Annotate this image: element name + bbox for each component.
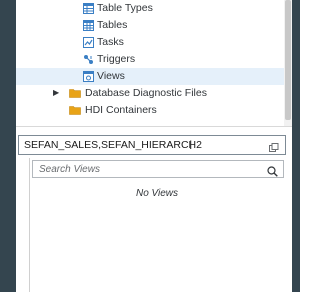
text-cursor-icon: I xyxy=(189,138,193,152)
pane-splitter[interactable] xyxy=(16,126,292,134)
triggers-icon xyxy=(83,54,94,65)
views-list-panel: Search Views No Views xyxy=(29,158,286,292)
catalog-filter-input[interactable]: SEFAN_SALES,SEFAN_HIERARCH2 I xyxy=(18,135,286,155)
copy-icon[interactable] xyxy=(269,140,279,152)
app-window: Table Types Tables Tasks Triggers Views … xyxy=(0,0,300,292)
search-placeholder: Search Views xyxy=(39,164,100,175)
empty-state-text: No Views xyxy=(135,188,179,199)
tree-item-tables[interactable]: Tables xyxy=(16,17,284,34)
left-sidebar xyxy=(0,0,16,292)
tree-scrollbar[interactable] xyxy=(284,0,292,126)
catalog-tree: Table Types Tables Tasks Triggers Views … xyxy=(16,0,284,126)
tree-item-tasks[interactable]: Tasks xyxy=(16,34,284,51)
table-icon xyxy=(83,20,94,31)
expand-caret-icon[interactable]: ▶ xyxy=(53,88,59,97)
tree-item-label: Table Types xyxy=(97,2,153,14)
table-types-icon xyxy=(83,3,94,14)
tasks-icon xyxy=(83,37,94,48)
tree-item-triggers[interactable]: Triggers xyxy=(16,51,284,68)
search-icon[interactable] xyxy=(267,164,278,177)
search-views-input[interactable]: Search Views xyxy=(32,160,284,178)
folder-icon xyxy=(69,88,81,99)
filter-value: SEFAN_SALES,SEFAN_HIERARCH2 xyxy=(24,139,202,151)
tree-item-database-diagnostic-files[interactable]: ▶ Database Diagnostic Files xyxy=(16,85,284,102)
tree-item-label: HDI Containers xyxy=(85,104,157,116)
scrollbar-thumb[interactable] xyxy=(285,0,291,120)
tree-item-label: Database Diagnostic Files xyxy=(85,87,207,99)
tree-item-label: Views xyxy=(97,70,125,82)
views-icon xyxy=(83,71,94,82)
tree-item-label: Triggers xyxy=(97,53,136,65)
tree-item-label: Tasks xyxy=(97,36,124,48)
folder-icon xyxy=(69,105,81,116)
tree-item-table-types[interactable]: Table Types xyxy=(16,0,284,17)
tree-item-hdi-containers[interactable]: HDI Containers xyxy=(16,102,284,119)
right-edge-panel xyxy=(292,0,300,292)
tree-item-label: Tables xyxy=(97,19,128,31)
tree-item-views[interactable]: Views xyxy=(16,68,284,85)
